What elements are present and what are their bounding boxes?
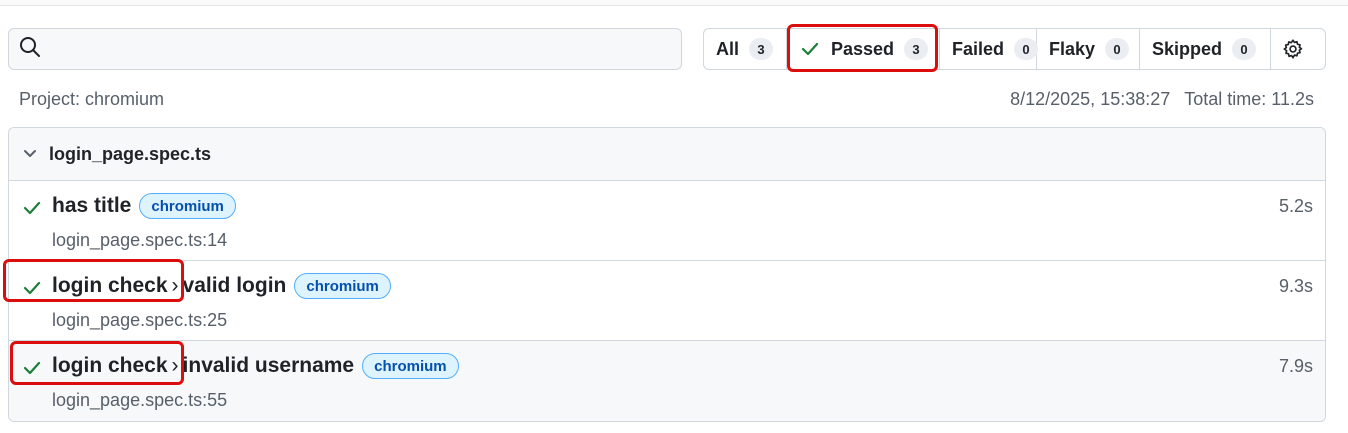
test-duration: 7.9s: [1278, 356, 1313, 376]
file-header[interactable]: login_page.spec.ts: [9, 128, 1325, 181]
filter-flaky-count: 0: [1105, 38, 1130, 60]
test-title[interactable]: invalid username: [183, 354, 355, 378]
test-title[interactable]: valid login: [183, 274, 287, 298]
filter-failed[interactable]: Failed 0: [940, 29, 1039, 69]
check-icon: [23, 201, 41, 220]
test-row[interactable]: has title chromium login_page.spec.ts:14…: [9, 181, 1325, 261]
filter-flaky[interactable]: Flaky 0: [1037, 29, 1140, 69]
project-tag[interactable]: chromium: [139, 193, 236, 219]
filter-skipped[interactable]: Skipped 0: [1140, 29, 1271, 69]
check-icon: [23, 361, 41, 380]
chevron-down-icon: [23, 149, 37, 159]
search-box[interactable]: [8, 28, 682, 70]
test-location: login_page.spec.ts:14: [52, 230, 228, 250]
run-meta: 8/12/2025, 15:38:27 Total time: 11.2s: [1010, 89, 1314, 110]
filter-passed-count: 3: [904, 38, 929, 60]
filter-passed-label: Passed: [831, 38, 895, 59]
filter-skipped-count: 0: [1232, 38, 1257, 60]
test-duration: 5.2s: [1278, 196, 1313, 216]
filter-flaky-label: Flaky: [1049, 38, 1096, 59]
filter-all[interactable]: All 3: [704, 29, 787, 69]
filter-failed-label: Failed: [952, 38, 1005, 59]
test-duration: 9.3s: [1278, 276, 1313, 296]
total-time: Total time: 11.2s: [1184, 89, 1314, 109]
top-strip: [0, 0, 1348, 6]
filter-all-count: 3: [749, 38, 774, 60]
path-separator: ›: [171, 274, 179, 297]
search-input[interactable]: [49, 29, 681, 69]
test-location: login_page.spec.ts:25: [52, 310, 228, 330]
test-title-line: has title chromium: [52, 193, 236, 219]
filter-passed[interactable]: Passed 3: [787, 29, 940, 69]
filter-skipped-label: Skipped: [1152, 38, 1223, 59]
run-datetime: 8/12/2025, 15:38:27: [1010, 89, 1171, 109]
check-icon: [23, 281, 41, 300]
check-icon: [801, 42, 819, 56]
project-tag[interactable]: chromium: [294, 273, 391, 299]
path-separator: ›: [171, 354, 179, 377]
test-title[interactable]: has title: [52, 194, 131, 218]
test-title-line: login check › valid login chromium: [52, 273, 391, 299]
status-filter-bar: All 3 Passed 3 Failed 0 Flaky 0 Skipped …: [703, 28, 1326, 70]
file-panel: login_page.spec.ts has title chromium lo…: [8, 127, 1326, 422]
test-title-line: login check › invalid username chromium: [52, 353, 459, 379]
test-row[interactable]: login check › valid login chromium login…: [9, 261, 1325, 341]
project-tag[interactable]: chromium: [362, 353, 459, 379]
project-label: Project: chromium: [19, 89, 165, 109]
file-name: login_page.spec.ts: [49, 143, 212, 164]
test-describe: login check: [52, 354, 168, 377]
test-describe: login check: [52, 274, 168, 297]
filter-failed-count: 0: [1014, 38, 1039, 60]
search-icon: [19, 36, 41, 63]
test-row[interactable]: login check › invalid username chromium …: [9, 341, 1325, 421]
gear-icon: [1282, 38, 1304, 60]
settings-button[interactable]: [1271, 29, 1315, 69]
test-location: login_page.spec.ts:55: [52, 390, 228, 410]
filter-all-label: All: [716, 38, 740, 59]
